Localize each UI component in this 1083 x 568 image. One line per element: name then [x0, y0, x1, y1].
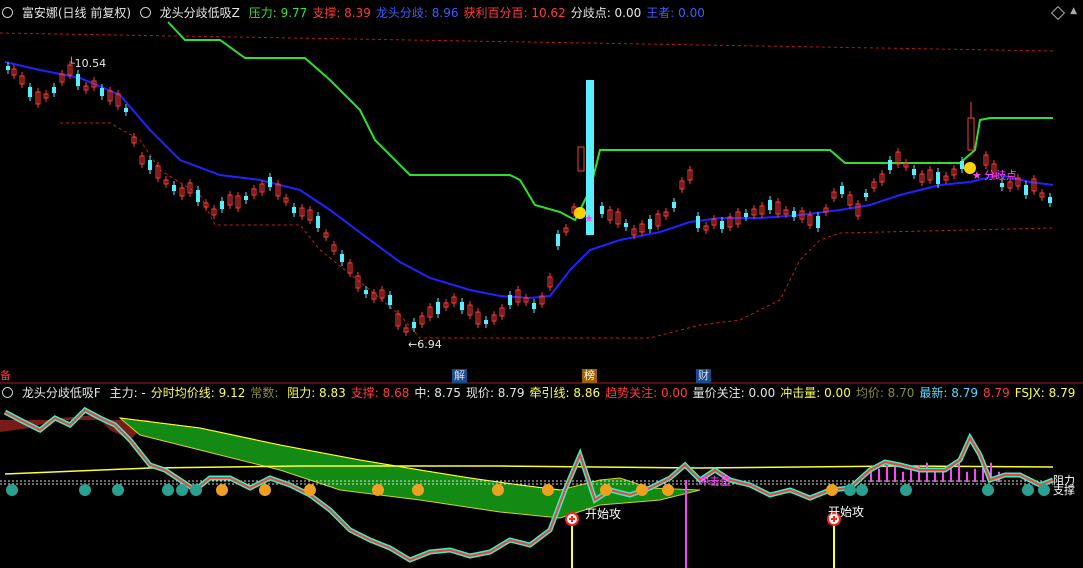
- oscillator-chart[interactable]: [0, 0, 1083, 568]
- start-attack-label-1: 开始攻: [585, 507, 622, 521]
- impact-volume-label: 冲击量: [698, 475, 731, 488]
- support-label: 支撑: [1053, 484, 1075, 497]
- start-attack-label-2: 开始攻: [828, 505, 865, 519]
